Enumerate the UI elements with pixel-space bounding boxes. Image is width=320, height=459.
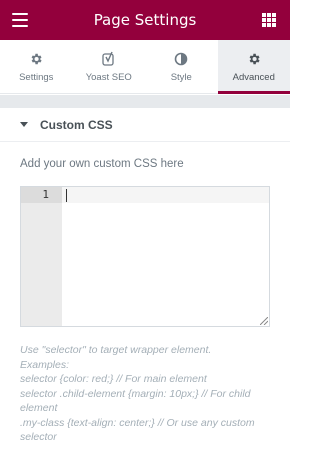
tab-label: Settings bbox=[19, 71, 54, 83]
help-line: .my-class {text-align: center;} // Or us… bbox=[20, 416, 255, 444]
hamburger-menu-icon[interactable] bbox=[12, 13, 28, 27]
top-bar: Page Settings bbox=[0, 0, 290, 40]
tab-label: Yoast SEO bbox=[85, 71, 132, 83]
section-title: Custom CSS bbox=[40, 117, 113, 132]
gear-icon bbox=[29, 51, 43, 67]
help-line: selector {color: red;} // For main eleme… bbox=[20, 373, 207, 385]
line-number: 1 bbox=[42, 188, 49, 201]
resize-handle-icon[interactable] bbox=[260, 317, 268, 325]
tab-label: Advanced bbox=[232, 71, 275, 83]
section-divider bbox=[0, 95, 290, 108]
tab-advanced[interactable]: Advanced bbox=[217, 40, 290, 94]
grid-apps-icon[interactable] bbox=[262, 13, 276, 27]
gutter-active-line: 1 bbox=[21, 187, 62, 203]
tab-label: Style bbox=[170, 71, 192, 83]
help-line: Use "selector" to target wrapper element… bbox=[20, 344, 212, 356]
half-circle-icon bbox=[174, 51, 188, 67]
text-cursor bbox=[66, 189, 67, 202]
tab-style[interactable]: Style bbox=[145, 40, 218, 93]
tab-yoast-seo[interactable]: Yoast SEO bbox=[73, 40, 146, 93]
help-text: Use "selector" to target wrapper element… bbox=[20, 343, 274, 445]
section-description: Add your own custom CSS here bbox=[20, 158, 184, 170]
help-line: Examples: bbox=[20, 358, 70, 371]
yoast-icon bbox=[102, 51, 116, 67]
tab-settings[interactable]: Settings bbox=[0, 40, 73, 93]
page-title: Page Settings bbox=[93, 11, 197, 29]
help-line: selector .child-element {margin: 10px;} … bbox=[20, 387, 251, 415]
caret-down-icon bbox=[20, 122, 28, 127]
gear-icon bbox=[247, 51, 261, 67]
custom-css-editor[interactable]: 1 bbox=[20, 186, 270, 327]
settings-tabs: Settings Yoast SEO Style Advanced bbox=[0, 40, 290, 94]
editor-gutter bbox=[21, 187, 62, 326]
custom-css-section-toggle[interactable]: Custom CSS bbox=[0, 108, 290, 142]
